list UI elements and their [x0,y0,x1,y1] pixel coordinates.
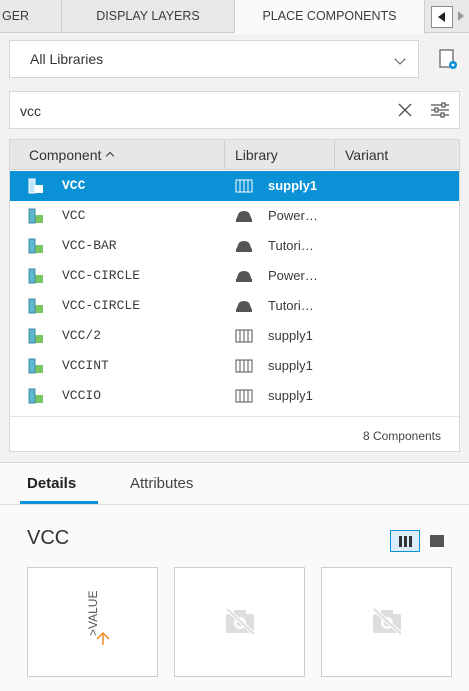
component-name-cell: VCCIO [62,388,102,403]
component-icon [28,358,43,374]
library-name-cell: Tutori… [268,238,314,253]
table-row[interactable]: VCC/2 supply1 [10,321,459,351]
table-row[interactable]: VCCINT supply1 [10,351,459,381]
component-icon [28,388,43,404]
library-dropdown[interactable]: All Libraries [9,40,419,78]
3d-model-preview[interactable] [321,567,452,677]
tab-details[interactable]: Details [27,475,76,492]
column-header-component[interactable]: Component [10,140,225,170]
component-name: VCC [27,527,70,549]
table-row[interactable]: VCC-BAR Tutori… [10,231,459,261]
library-name-cell: supply1 [268,178,318,193]
details-panel: Details Attributes VCC >VALUE [0,462,469,691]
chevron-down-icon [394,53,406,65]
clear-search-icon[interactable] [396,101,414,119]
component-name-cell: VCC/2 [62,328,102,343]
component-icon [28,328,43,344]
column-header-variant[interactable]: Variant [335,140,459,170]
component-name-cell: VCCINT [62,358,109,373]
table-row[interactable]: VCCIO supply1 [10,381,459,411]
component-name-cell: VCC [62,178,86,193]
details-divider [0,504,469,505]
symbol-preview[interactable]: >VALUE [27,567,158,677]
library-icon [235,359,253,373]
library-name-cell: Power… [268,208,318,223]
search-input[interactable] [20,99,380,123]
library-dropdown-value: All Libraries [30,51,104,67]
table-row[interactable]: VCC-CIRCLE Power… [10,261,459,291]
tab-manager[interactable]: GER [0,0,62,33]
library-icon [235,389,253,403]
component-icon [28,178,43,194]
filter-settings-icon[interactable] [430,101,450,119]
library-name-cell: supply1 [268,358,313,373]
supply-arrow-icon [96,631,110,645]
grid-view-button[interactable] [390,530,420,552]
library-icon [235,179,253,193]
component-table: Component Library Variant VCC supply1 VC… [9,139,460,452]
scroll-left-icon[interactable] [431,6,453,28]
no-preview-icon [372,607,403,636]
tab-place-components[interactable]: PLACE COMPONENTS [235,0,425,34]
tab-display-layers[interactable]: DISPLAY LAYERS [62,0,235,33]
table-header: Component Library Variant [10,140,459,170]
library-icon [235,329,253,343]
panel-tab-strip: GER DISPLAY LAYERS PLACE COMPONENTS [0,0,469,34]
component-icon [28,298,43,314]
component-name-cell: VCC-CIRCLE [62,298,141,313]
table-row[interactable]: VCC supply1 [10,171,459,201]
component-icon [28,268,43,284]
table-row[interactable]: VCC Power… [10,201,459,231]
cloud-library-icon [236,241,252,252]
no-preview-icon [225,607,256,636]
single-view-button[interactable] [430,535,444,547]
cloud-library-icon [236,211,252,222]
library-name-cell: supply1 [268,328,313,343]
scroll-right-icon[interactable] [458,11,464,21]
component-icon [28,238,43,254]
library-manager-icon[interactable] [438,48,458,70]
tab-scroll-arrows [431,6,469,28]
component-name-cell: VCC-BAR [62,238,117,253]
cloud-library-icon [236,271,252,282]
component-icon [28,208,43,224]
library-name-cell: supply1 [268,388,313,403]
component-name-cell: VCC-CIRCLE [62,268,141,283]
table-divider [10,416,459,417]
table-row[interactable]: VCC-CIRCLE Tutori… [10,291,459,321]
column-header-library[interactable]: Library [225,140,335,170]
library-name-cell: Tutori… [268,298,314,313]
component-count: 8 Components [362,429,441,443]
tab-attributes[interactable]: Attributes [130,475,193,492]
component-name-cell: VCC [62,208,86,223]
cloud-library-icon [236,301,252,312]
sort-ascending-icon [106,151,115,161]
library-name-cell: Power… [268,268,318,283]
footprint-preview[interactable] [174,567,305,677]
component-search [9,91,460,129]
